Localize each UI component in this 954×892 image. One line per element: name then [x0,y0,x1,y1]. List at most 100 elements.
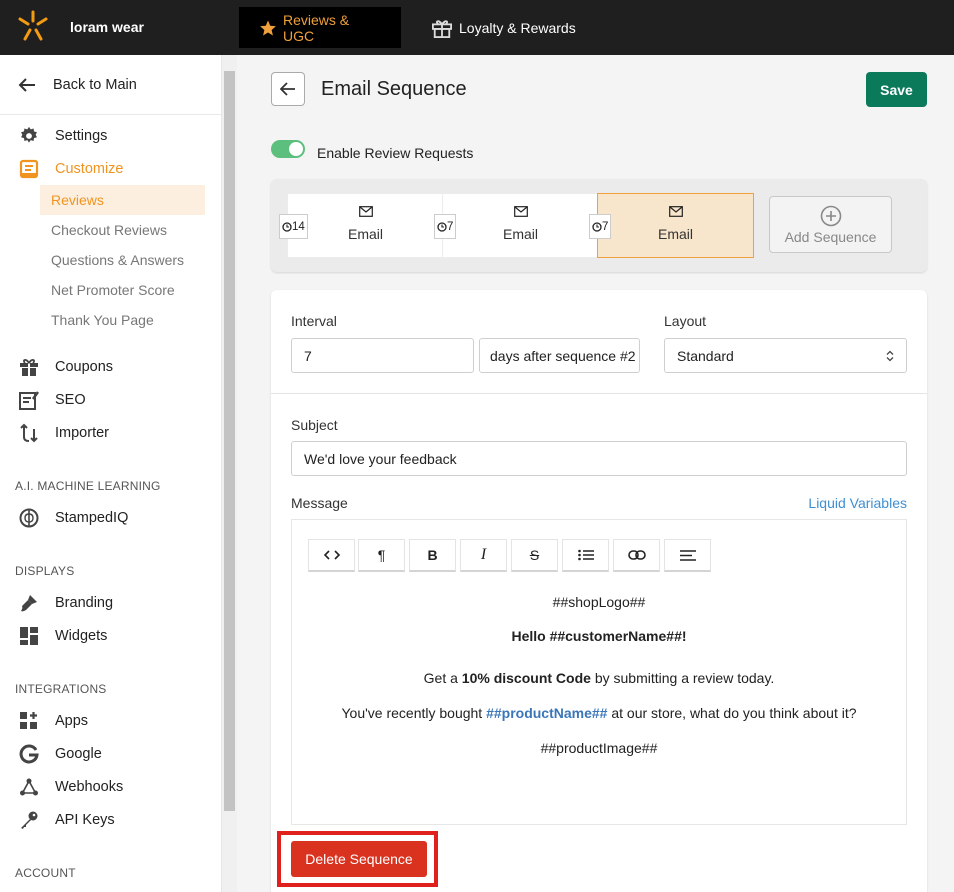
interval-unit-field[interactable]: days after sequence #2 [479,338,640,373]
message-label: Message [291,495,348,511]
import-arrows-icon [18,422,40,444]
delete-sequence-button[interactable]: Delete Sequence [291,841,427,877]
sidebar-item-label: Widgets [55,628,108,644]
brain-icon [18,507,40,529]
sequence-card-2[interactable]: 7 Email [434,193,599,258]
sidebar-subitem-questions-answers[interactable]: Questions & Answers [40,245,205,275]
brand-logo-icon [16,9,50,46]
sidebar-item-apps[interactable]: Apps [18,709,88,733]
bullet-list-button[interactable] [562,539,609,572]
layout-select[interactable]: Standard [664,338,907,373]
product-image-placeholder: ##productImage## [540,740,658,756]
scrollbar-thumb[interactable] [224,71,235,811]
discount-bold-text: 10% discount Code [461,670,591,686]
paragraph-button[interactable]: ¶ [358,539,405,572]
sidebar-item-coupons[interactable]: Coupons [18,355,113,379]
sidebar-item-branding[interactable]: Branding [18,591,113,615]
back-button[interactable] [271,72,305,106]
subject-input[interactable]: We'd love your feedback [291,441,907,476]
sidebar-item-label: Settings [55,128,108,144]
gear-icon [18,125,40,147]
strikethrough-icon: S [529,547,540,563]
select-arrows-icon [886,350,894,362]
bought-text: You've recently bought [341,705,487,721]
italic-icon: I [480,546,487,563]
section-header-displays: DISPLAYS [15,564,75,578]
sidebar-scrollbar[interactable] [222,55,237,892]
divider [271,393,927,394]
sidebar-item-label: Coupons [55,359,114,375]
widgets-icon [18,625,40,647]
arrow-left-icon [18,77,36,93]
apps-grid-icon [18,710,40,732]
message-editor[interactable]: ¶ B I S ##shopLogo## Hello ##customerNam… [291,519,907,825]
paragraph-icon: ¶ [377,547,386,563]
sidebar-item-stampediq[interactable]: StampedIQ [18,506,128,530]
tab-loyalty-rewards[interactable]: Loyalty & Rewards [411,7,596,48]
back-label: Back to Main [53,76,137,93]
sequence-card-1[interactable]: 14 Email [279,193,444,258]
webhooks-icon [18,776,40,798]
add-sequence-label: Add Sequence [784,229,877,245]
sidebar-item-customize[interactable]: Customize [18,157,124,181]
strikethrough-button[interactable]: S [511,539,558,572]
tab-reviews-ugc[interactable]: Reviews & UGC [239,7,401,48]
sidebar-item-seo[interactable]: SEO [18,388,86,412]
sequence-form: Interval 7 days after sequence #2 Layout… [271,290,927,892]
customize-icon [18,158,40,180]
back-to-main-link[interactable]: Back to Main [0,55,222,115]
sidebar-item-settings[interactable]: Settings [18,124,107,148]
sidebar-item-google[interactable]: Google [18,742,102,766]
sidebar-item-label: API Keys [55,812,115,828]
sidebar-subitem-thank-you-page[interactable]: Thank You Page [40,305,205,335]
discount-line: Get a 10% discount Code by submitting a … [292,670,906,686]
sidebar-item-label: StampedIQ [55,510,129,526]
discount-text: by submitting a review today. [590,670,775,686]
sequence-panel: 14 Email 7 Email 7 Email Add Sequence [271,179,927,272]
liquid-variables-link[interactable]: Liquid Variables [808,495,907,511]
gift-icon [431,18,453,38]
page-title: Email Sequence [321,78,467,100]
save-button[interactable]: Save [866,72,927,107]
sidebar-item-importer[interactable]: Importer [18,421,109,445]
add-sequence-button[interactable]: Add Sequence [769,196,892,253]
brand[interactable]: loram wear [16,10,144,44]
bought-line: You've recently bought ##productName## a… [292,705,906,721]
top-bar: loram wear Reviews & UGC Loyalty & Rewar… [0,0,954,55]
sidebar-item-label: Importer [55,425,109,441]
italic-button[interactable]: I [460,539,507,572]
list-icon [577,549,594,561]
code-icon [323,550,340,560]
subject-label: Subject [291,417,338,433]
sidebar-item-webhooks[interactable]: Webhooks [18,775,123,799]
enable-review-requests-toggle[interactable] [271,140,305,158]
key-icon [18,809,40,831]
section-header-ai: A.I. MACHINE LEARNING [15,479,161,493]
bold-icon: B [427,547,438,563]
product-name-variable: ##productName## [486,705,608,721]
align-button[interactable] [664,539,711,572]
plus-circle-icon [770,205,891,227]
layout-selected-value: Standard [677,347,734,364]
tab-label: Loyalty & Rewards [459,19,576,36]
seo-icon [18,389,40,411]
sidebar: Back to Main Settings Customize Reviews … [0,55,222,892]
mail-icon [288,206,443,217]
sidebar-item-label: Apps [55,713,89,729]
sidebar-item-api-keys[interactable]: API Keys [18,808,115,832]
interval-input[interactable]: 7 [291,338,474,373]
sidebar-subitem-reviews[interactable]: Reviews [40,185,205,215]
sequence-card-3[interactable]: 7 Email [589,193,754,258]
section-header-account: ACCOUNT [15,866,76,880]
greeting-line: Hello ##customerName##! [511,628,687,644]
arrow-left-icon [280,82,296,96]
sidebar-subitem-net-promoter-score[interactable]: Net Promoter Score [40,275,205,305]
link-button[interactable] [613,539,660,572]
sidebar-item-widgets[interactable]: Widgets [18,624,107,648]
sidebar-subitem-checkout-reviews[interactable]: Checkout Reviews [40,215,205,245]
bought-text: at our store, what do you think about it… [607,705,857,721]
section-header-integrations: INTEGRATIONS [15,682,107,696]
bold-button[interactable]: B [409,539,456,572]
sidebar-item-label: Webhooks [55,779,124,795]
code-view-button[interactable] [308,539,355,572]
